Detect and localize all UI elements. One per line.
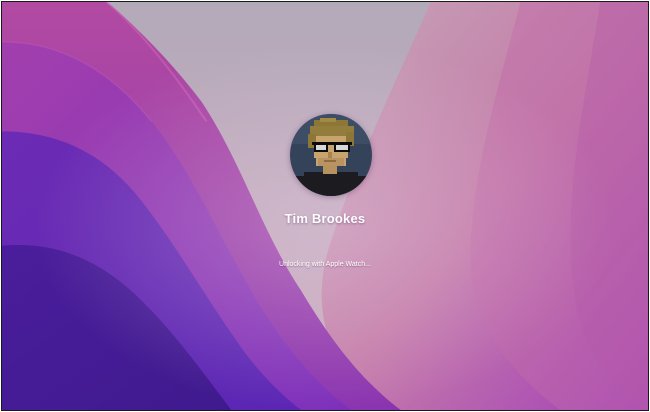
user-avatar[interactable]: [290, 114, 372, 196]
user-name: Tim Brookes: [284, 211, 366, 226]
login-panel: Tim Brookes Unlocking with Apple Watch..…: [2, 2, 648, 410]
unlock-status-text: Unlocking with Apple Watch...: [279, 261, 371, 268]
lock-screen: Tim Brookes Unlocking with Apple Watch..…: [1, 1, 649, 411]
pixel-art-avatar-icon: [290, 114, 372, 196]
